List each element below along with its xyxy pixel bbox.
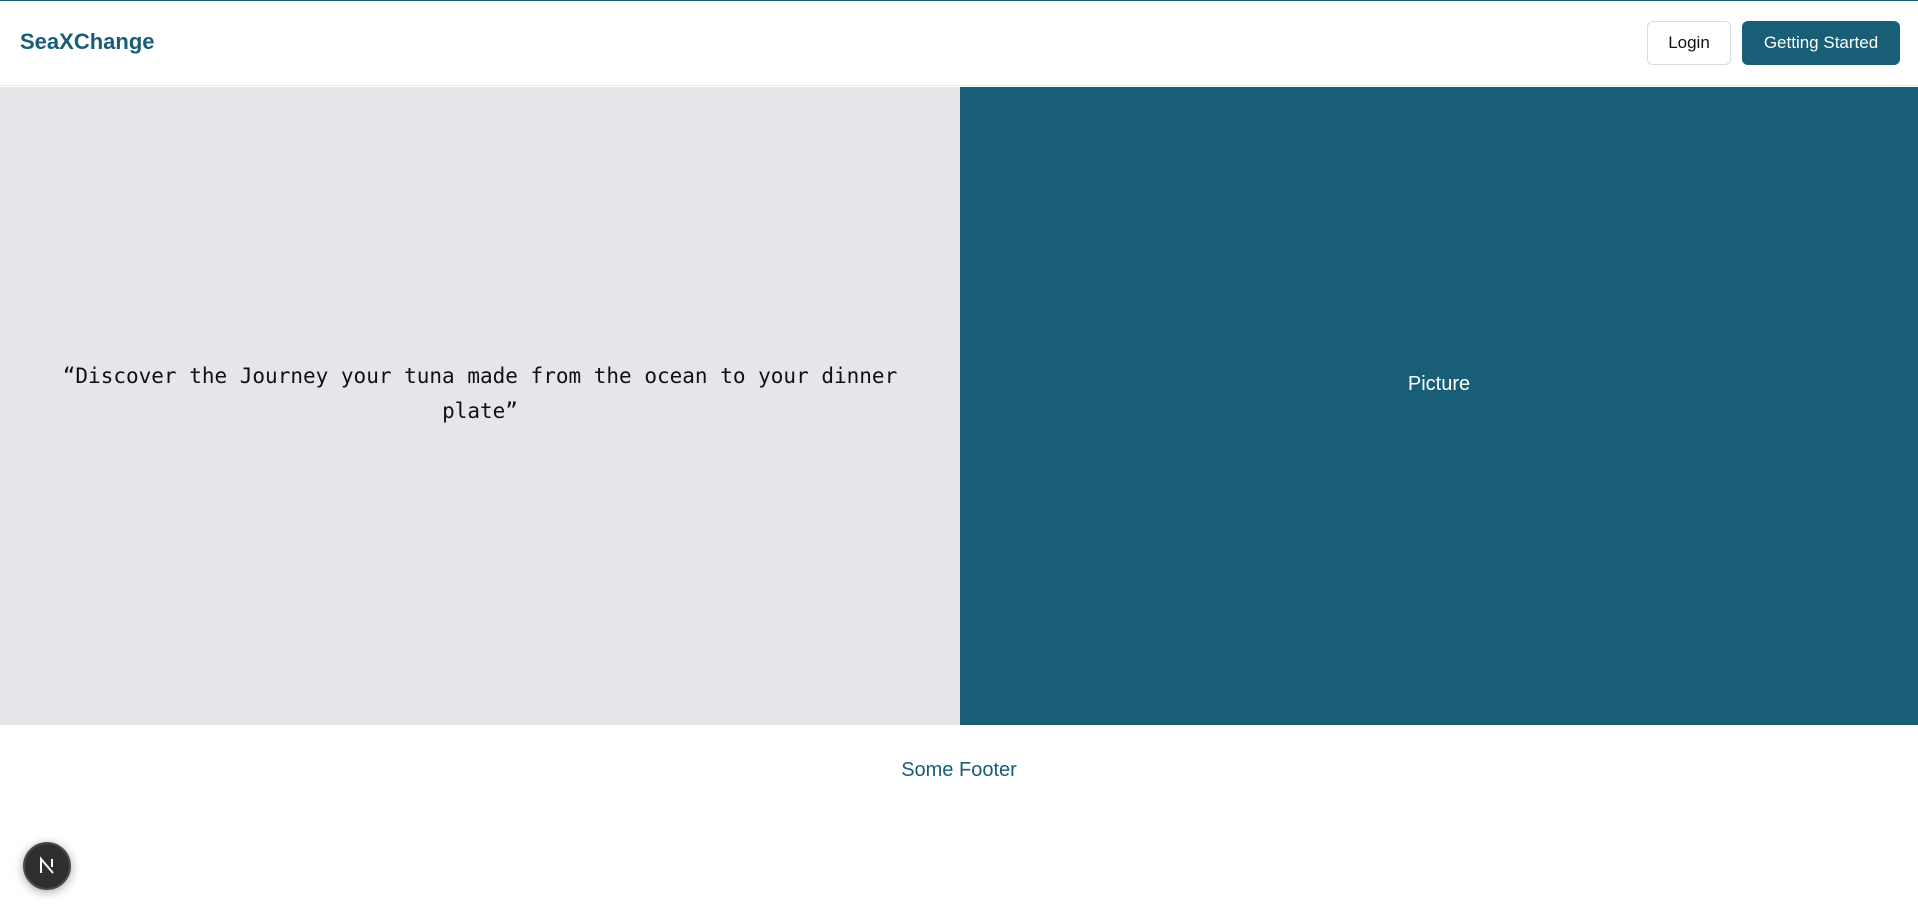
top-nav: SeaXChange Login Getting Started — [0, 1, 1918, 86]
login-button[interactable]: Login — [1647, 21, 1731, 65]
next-n-icon — [40, 856, 54, 874]
page: SeaXChange Login Getting Started “Discov… — [0, 0, 1918, 911]
footer-text: Some Footer — [901, 759, 1017, 781]
brand-logo[interactable]: SeaXChange — [20, 29, 155, 55]
picture-placeholder-label: Picture — [1407, 372, 1471, 395]
getting-started-button[interactable]: Getting Started — [1742, 21, 1900, 65]
hero-quote-panel: “Discover the Journey your tuna made fro… — [0, 87, 960, 725]
hero-picture-panel: Picture — [960, 87, 1918, 725]
hero-quote: “Discover the Journey your tuna made fro… — [62, 364, 898, 423]
next-dev-badge[interactable] — [23, 842, 71, 890]
